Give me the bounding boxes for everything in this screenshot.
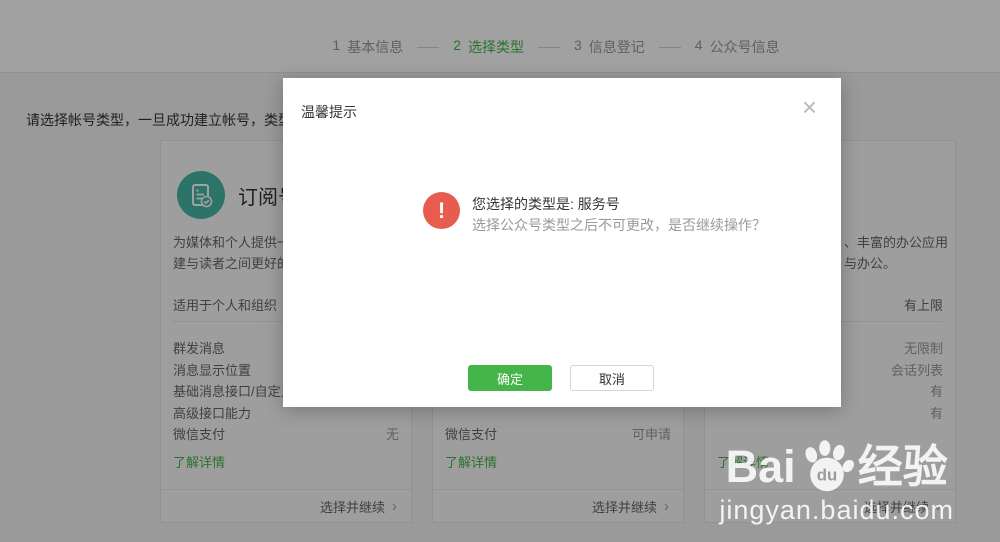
brand-text-jingyan: 经验 [858, 444, 948, 489]
dialog-message-line2: 选择公众号类型之后不可更改，是否继续操作？ [472, 215, 766, 236]
watermark-url: jingyan.baidu.com [719, 495, 954, 526]
baidu-jingyan-watermark: Bai du 经验 jingyan.baidu.com [719, 438, 954, 526]
dialog-title: 温馨提示 [301, 102, 357, 122]
dialog-message-line1: 您选择的类型是: 服务号 [472, 194, 766, 215]
confirm-button[interactable]: 确定 [468, 365, 552, 391]
baidu-jingyan-logo: Bai du 经验 [719, 438, 954, 494]
baidu-paw-icon: du [799, 438, 855, 494]
warm-tip-dialog: 温馨提示 × ! 您选择的类型是: 服务号 选择公众号类型之后不可更改，是否继续… [283, 78, 841, 407]
cancel-button[interactable]: 取消 [570, 365, 654, 391]
wechat-account-type-page: 1 基本信息 2 选择类型 3 信息登记 4 公众号信息 请选择帐号类型，一旦成… [0, 0, 1000, 542]
brand-text-du: du [816, 466, 837, 485]
warning-exclamation-icon: ! [423, 192, 460, 229]
dialog-message: 您选择的类型是: 服务号 选择公众号类型之后不可更改，是否继续操作？ [472, 194, 766, 236]
dialog-actions: 确定 取消 [468, 365, 654, 391]
close-icon[interactable]: × [802, 94, 817, 120]
brand-text-bai: Bai [726, 444, 796, 489]
